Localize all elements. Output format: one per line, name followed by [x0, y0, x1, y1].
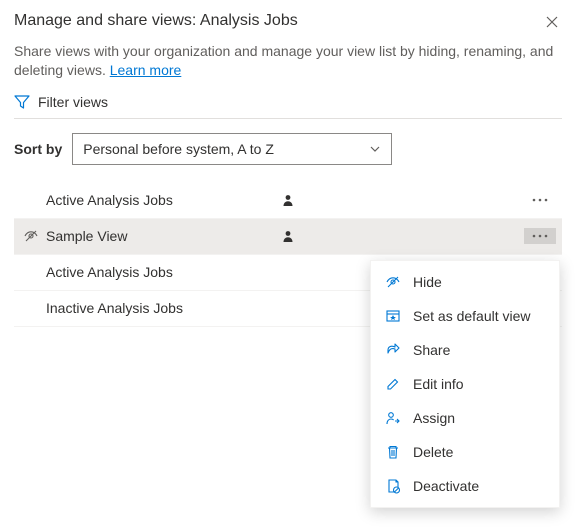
hide-icon: [385, 274, 401, 290]
menu-item-label: Hide: [413, 274, 442, 290]
person-icon: [282, 194, 294, 206]
edit-icon: [385, 376, 401, 392]
menu-item-label: Set as default view: [413, 308, 531, 324]
sort-by-label: Sort by: [14, 141, 62, 157]
default-view-icon: [385, 308, 401, 324]
row-more-button[interactable]: [524, 192, 556, 208]
menu-item-hide[interactable]: Hide: [371, 265, 559, 299]
share-icon: [385, 342, 401, 358]
menu-item-share[interactable]: Share: [371, 333, 559, 367]
hidden-icon: [16, 228, 46, 244]
divider: [14, 118, 562, 119]
assign-icon: [385, 410, 401, 426]
dialog-title: Manage and share views: Analysis Jobs: [14, 12, 298, 30]
filter-label: Filter views: [38, 94, 108, 110]
view-label: Sample View: [46, 228, 276, 244]
description-text: Share views with your organization and m…: [14, 43, 553, 78]
delete-icon: [385, 444, 401, 460]
close-icon: [546, 16, 558, 28]
filter-icon: [14, 94, 30, 110]
context-menu: Hide Set as default view Share Edit info…: [370, 260, 560, 508]
menu-item-label: Share: [413, 342, 450, 358]
person-icon: [282, 230, 294, 242]
menu-item-assign[interactable]: Assign: [371, 401, 559, 435]
sort-by-select[interactable]: Personal before system, A to Z: [72, 133, 392, 165]
deactivate-icon: [385, 478, 401, 494]
menu-item-deactivate[interactable]: Deactivate: [371, 469, 559, 503]
more-icon: [532, 234, 548, 238]
learn-more-link[interactable]: Learn more: [110, 62, 182, 78]
view-row[interactable]: Sample View: [14, 219, 562, 255]
more-icon: [532, 198, 548, 202]
menu-item-default-view[interactable]: Set as default view: [371, 299, 559, 333]
close-button[interactable]: [542, 12, 562, 32]
view-label: Active Analysis Jobs: [46, 192, 276, 208]
menu-item-label: Delete: [413, 444, 453, 460]
menu-item-label: Deactivate: [413, 478, 479, 494]
sort-by-value: Personal before system, A to Z: [83, 141, 274, 157]
menu-item-delete[interactable]: Delete: [371, 435, 559, 469]
row-more-button[interactable]: [524, 228, 556, 244]
menu-item-label: Edit info: [413, 376, 464, 392]
view-row[interactable]: Active Analysis Jobs: [14, 183, 562, 219]
menu-item-edit[interactable]: Edit info: [371, 367, 559, 401]
filter-views-button[interactable]: Filter views: [14, 94, 562, 110]
chevron-down-icon: [369, 143, 381, 155]
menu-item-label: Assign: [413, 410, 455, 426]
dialog-description: Share views with your organization and m…: [14, 42, 562, 80]
